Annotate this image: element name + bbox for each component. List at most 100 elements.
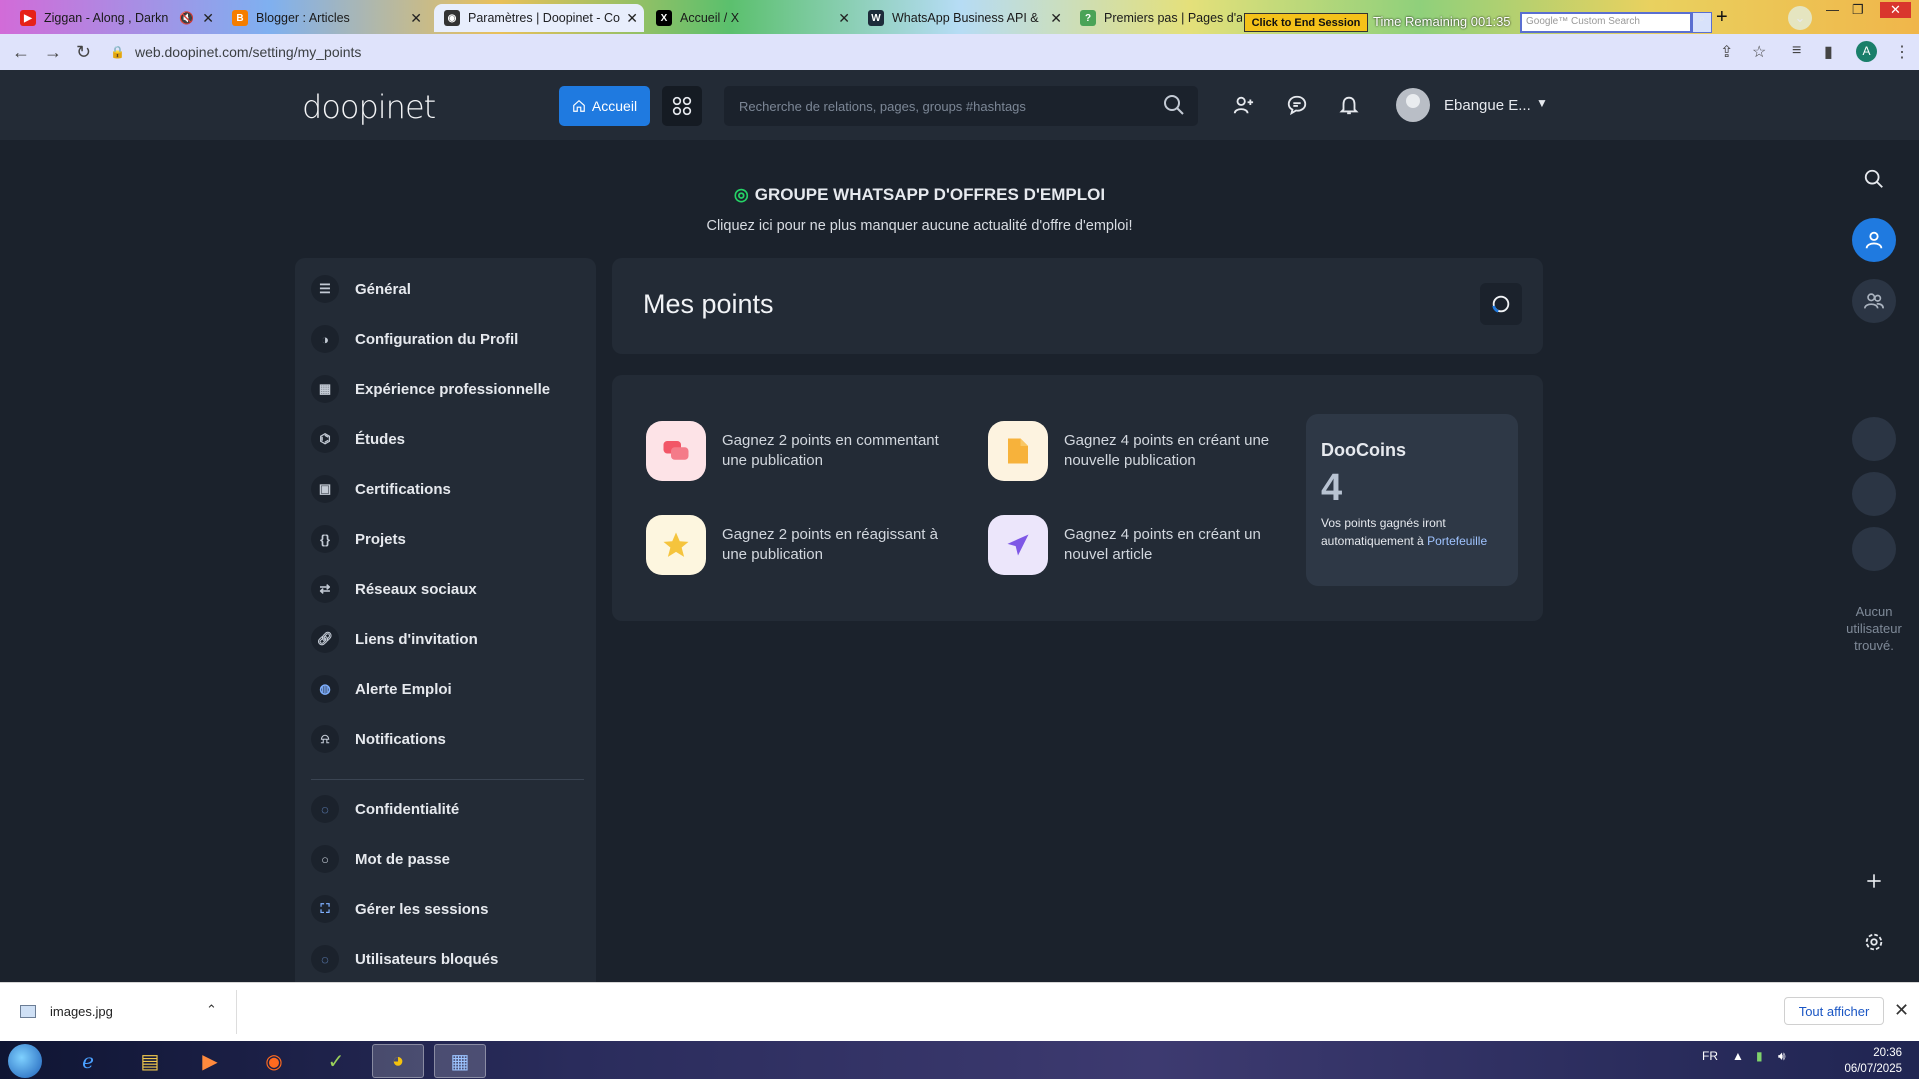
graduation-icon: ⌬ (311, 425, 339, 453)
forward-arrow-icon[interactable]: → (44, 42, 62, 63)
avatar[interactable] (1396, 88, 1430, 122)
sidebar-item-sessions[interactable]: ⛶ Gérer les sessions (311, 892, 488, 926)
sidebar-item-certifications[interactable]: ▣ Certifications (311, 472, 451, 506)
browser-profile-avatar[interactable]: A (1856, 41, 1877, 62)
windows-start-icon[interactable] (8, 1044, 42, 1078)
sidebar-item-projects[interactable]: {} Projets (311, 522, 406, 556)
clock-date: 06/07/2025 (1844, 1063, 1902, 1075)
user-name[interactable]: Ebangue E... (1444, 97, 1531, 114)
search-icon[interactable]: ⌕ (1692, 12, 1712, 33)
browser-tab-help[interactable]: ? Premiers pas | Pages d'aid (1070, 4, 1242, 32)
rail-settings-button[interactable] (1852, 920, 1896, 964)
close-icon[interactable]: ✕ (410, 10, 422, 27)
sidebar-item-studies[interactable]: ⌬ Études (311, 422, 405, 456)
back-arrow-icon[interactable]: ← (12, 42, 30, 63)
file-explorer-icon[interactable]: ▤ (124, 1044, 176, 1078)
firefox-icon[interactable]: ◉ (248, 1044, 300, 1078)
settings-sidebar: ☰ Général ◑ Configuration du Profil ▦ Expér… (295, 258, 596, 982)
close-icon[interactable]: ✕ (1050, 10, 1062, 27)
link-icon: 🔗︎ (311, 625, 339, 653)
close-icon[interactable]: ✕ (626, 10, 638, 27)
battery-icon[interactable]: ▮ (1756, 1049, 1763, 1063)
volume-icon[interactable]: 🔊︎ (1778, 1049, 1786, 1064)
reading-list-icon[interactable]: ≡ (1792, 42, 1801, 60)
bell-icon[interactable] (1338, 94, 1360, 116)
banner-title: GROUPE WHATSAPP D'OFFRES D'EMPLOI (754, 185, 1106, 204)
comment-icon (646, 421, 706, 481)
internet-explorer-icon[interactable]: ℯ (62, 1044, 114, 1078)
sliders-icon: ☰ (311, 275, 339, 303)
close-icon[interactable]: ✕ (838, 10, 850, 27)
browser-tab-doopinet[interactable]: ◉ Paramètres | Doopinet - Co ✕ (434, 4, 644, 32)
rail-add-button[interactable] (1852, 859, 1896, 903)
banner-subtitle[interactable]: Cliquez ici pour ne plus manquer aucune … (0, 218, 1839, 234)
share-icon[interactable]: ⇪ (1720, 42, 1733, 62)
system-clock[interactable]: 20:36 06/07/2025 (1832, 1045, 1902, 1077)
rail-user-button[interactable] (1852, 218, 1896, 262)
apps-button[interactable] (662, 86, 702, 126)
sidebar-item-job-alert[interactable]: ◍ Alerte Emploi (311, 672, 452, 706)
control-panel-icon[interactable]: ▦ (434, 1044, 486, 1078)
close-icon[interactable]: ✕ (202, 10, 214, 27)
url-field[interactable]: 🔒 web.doopinet.com/setting/my_points (110, 39, 1740, 65)
sidebar-item-social-networks[interactable]: ⇄ Réseaux sociaux (311, 572, 477, 606)
media-player-icon[interactable]: ▶ (184, 1044, 236, 1078)
rail-search-button[interactable] (1852, 157, 1896, 201)
empty-users-text: Aucun utilisateur trouvé. (1846, 604, 1902, 653)
search-icon[interactable] (1162, 93, 1186, 117)
certificate-icon: ▣ (311, 475, 339, 503)
end-session-button[interactable]: Click to End Session (1244, 13, 1368, 32)
reload-icon[interactable]: ↻ (76, 42, 91, 63)
chevron-up-icon[interactable]: ⌃ (206, 1002, 217, 1018)
side-panel-icon[interactable]: ▮ (1824, 42, 1833, 62)
sidebar-item-invitation-links[interactable]: 🔗︎ Liens d'invitation (311, 622, 478, 656)
home-button[interactable]: Accueil (559, 86, 650, 126)
x-icon: X (656, 10, 672, 26)
more-menu-icon[interactable]: ⋮ (1894, 42, 1910, 62)
browser-tab-x[interactable]: X Accueil / X ✕ (646, 4, 856, 32)
whatsapp-group-banner[interactable]: ◎ GROUPE WHATSAPP D'OFFRES D'EMPLOI (0, 185, 1839, 205)
new-tab-button[interactable]: + (1716, 6, 1728, 29)
avatar[interactable] (1852, 472, 1896, 516)
avatar[interactable] (1852, 527, 1896, 571)
messages-icon[interactable] (1286, 94, 1308, 116)
wallet-link[interactable]: Portefeuille (1427, 534, 1487, 548)
mute-icon[interactable]: 🔇 (179, 11, 194, 25)
chrome-icon[interactable]: ◕ (372, 1044, 424, 1078)
download-item[interactable]: images.jpg (20, 1004, 113, 1019)
sidebar-item-blocked-users[interactable]: ◌ Utilisateurs bloqués (311, 942, 498, 976)
browser-tab-blogger[interactable]: B Blogger : Articles ✕ (222, 4, 428, 32)
sidebar-item-password[interactable]: ○ Mot de passe (311, 842, 450, 876)
sidebar-item-profile-config[interactable]: ◑ Configuration du Profil (311, 322, 518, 356)
app-icon[interactable]: ✓ (310, 1044, 362, 1078)
minimize-icon[interactable]: — (1826, 2, 1839, 17)
group-icon (1864, 293, 1884, 309)
rail-group-button[interactable] (1852, 279, 1896, 323)
add-friend-icon[interactable] (1232, 94, 1254, 116)
doopinet-logo[interactable]: doopinet (302, 88, 436, 126)
sidebar-item-general[interactable]: ☰ Général (311, 272, 411, 306)
language-indicator[interactable]: FR (1702, 1049, 1718, 1063)
avatar[interactable] (1852, 417, 1896, 461)
caret-down-icon[interactable]: ▼ (1536, 96, 1548, 110)
sidebar-item-label: Configuration du Profil (355, 330, 519, 348)
browser-tab-youtube[interactable]: ▶ Ziggan - Along , Darkn 🔇 ✕ (10, 4, 220, 32)
tab-title: Premiers pas | Pages d'aid (1104, 11, 1242, 25)
browser-tab-whatsapp[interactable]: W WhatsApp Business API & ✕ (858, 4, 1068, 32)
refresh-button[interactable] (1480, 283, 1522, 325)
chevron-down-icon[interactable]: ⌄ (1788, 6, 1812, 30)
restore-icon[interactable]: ❐ (1852, 2, 1864, 18)
star-icon[interactable]: ☆ (1752, 42, 1766, 62)
earn-item-text: Gagnez 4 points en créant un nouvel arti… (1064, 526, 1261, 563)
sidebar-item-privacy[interactable]: ◌ Confidentialité (311, 792, 459, 826)
show-all-downloads-button[interactable]: Tout afficher (1784, 997, 1884, 1025)
sidebar-item-experience[interactable]: ▦ Expérience professionnelle (311, 372, 550, 406)
tray-expand-icon[interactable]: ▲ (1732, 1049, 1744, 1063)
custom-search-input[interactable]: Google™ Custom Search (1520, 12, 1692, 33)
url-text: web.doopinet.com/setting/my_points (134, 44, 362, 60)
sidebar-item-notifications[interactable]: ⍾ Notifications (311, 722, 446, 756)
lock-icon[interactable]: 🔒 (110, 45, 125, 59)
window-close-icon[interactable]: ✕ (1880, 2, 1911, 18)
close-icon[interactable]: ✕ (1894, 1000, 1909, 1021)
site-search-input[interactable]: Recherche de relations, pages, groups #h… (724, 86, 1198, 126)
